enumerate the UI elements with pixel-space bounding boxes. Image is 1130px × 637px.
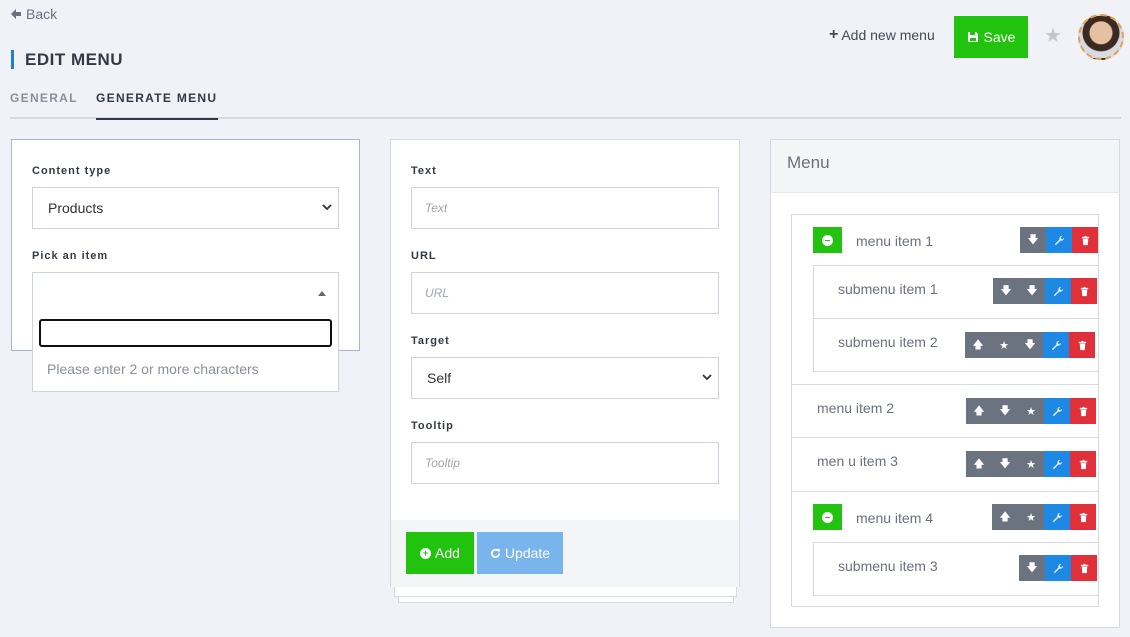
menu-item: menu item 4 🡅 ★ submenu item 3 🡇: [792, 492, 1099, 607]
tab-generate-menu[interactable]: GENERATE MENU: [96, 90, 219, 120]
wrench-icon[interactable]: [1044, 398, 1070, 424]
menu-item-label: men u item 3: [817, 453, 898, 469]
page-title: EDIT MENU: [11, 50, 123, 69]
add-new-menu-button[interactable]: + Add new menu: [829, 26, 935, 44]
menu-panel-title: Menu: [771, 140, 1119, 193]
item-actions: 🡇: [1020, 227, 1098, 253]
collapse-icon[interactable]: [813, 227, 842, 253]
pick-item-dropdown: Please enter 2 or more characters: [32, 313, 339, 392]
wrench-icon[interactable]: [1043, 332, 1069, 358]
refresh-icon: [490, 548, 501, 558]
tooltip-input[interactable]: Tooltip: [411, 442, 719, 484]
move-down-icon[interactable]: 🡇: [1019, 278, 1045, 304]
target-label: Target: [411, 335, 450, 347]
star-icon[interactable]: ★: [1018, 451, 1044, 477]
star-icon[interactable]: ★: [1018, 504, 1044, 530]
wrench-icon[interactable]: [1045, 278, 1071, 304]
caret-up-icon: [318, 291, 326, 296]
dropdown-search-input[interactable]: [39, 319, 332, 347]
text-input[interactable]: Text: [411, 187, 719, 229]
add-label: Add: [435, 545, 460, 561]
item-actions: 🡇 🡇: [993, 278, 1097, 304]
form-footer: + Add Update: [391, 520, 739, 587]
item-actions: 🡅 ★ 🡇: [965, 332, 1095, 358]
menu-item-label: menu item 4: [856, 510, 934, 526]
tab-general[interactable]: GENERAL: [10, 90, 78, 119]
trash-icon[interactable]: [1072, 227, 1098, 253]
user-avatar[interactable]: [1078, 14, 1124, 60]
target-value: Self: [427, 370, 452, 386]
item-actions: 🡅 🡇 ★: [966, 451, 1096, 477]
trash-icon[interactable]: [1071, 278, 1097, 304]
trash-icon[interactable]: [1069, 332, 1095, 358]
move-up-icon[interactable]: 🡅: [992, 504, 1018, 530]
submenu-item: submenu item 2 🡅 ★ 🡇: [813, 318, 1099, 372]
floppy-disk-icon: [967, 32, 978, 42]
move-down-icon[interactable]: 🡇: [1019, 555, 1045, 581]
save-label: Save: [983, 29, 1016, 45]
content-type-label: Content type: [32, 165, 112, 177]
chevron-down-icon: [322, 204, 332, 211]
submenu-item-label: submenu item 2: [838, 334, 938, 350]
save-button[interactable]: Save: [954, 16, 1028, 58]
menu-panel: Menu menu item 1 🡇 submenu item 1 🡇 🡇 su…: [770, 139, 1120, 628]
menu-item: menu item 2 🡅 🡇 ★: [792, 385, 1098, 438]
move-up-icon[interactable]: 🡅: [965, 332, 991, 358]
submenu-item: submenu item 1 🡇 🡇: [813, 265, 1099, 319]
arrow-left-icon: [11, 9, 21, 19]
move-down-icon[interactable]: 🡇: [992, 451, 1018, 477]
wrench-icon[interactable]: [1044, 451, 1070, 477]
move-down-icon[interactable]: 🡇: [992, 398, 1018, 424]
url-input[interactable]: URL: [411, 272, 719, 314]
pick-item-select[interactable]: [32, 272, 339, 314]
content-type-value: Products: [48, 200, 104, 216]
menu-item: menu item 1 🡇 submenu item 1 🡇 🡇 submenu…: [792, 215, 1099, 385]
tooltip-label: Tooltip: [411, 420, 454, 432]
pick-item-label: Pick an item: [32, 250, 109, 262]
wrench-icon[interactable]: [1046, 227, 1072, 253]
move-up-icon[interactable]: 🡅: [966, 398, 992, 424]
wrench-icon[interactable]: [1044, 504, 1070, 530]
add-button[interactable]: + Add: [406, 532, 474, 574]
submenu-item-label: submenu item 3: [838, 558, 938, 574]
target-select[interactable]: Self: [411, 357, 719, 399]
submenu-item-label: submenu item 1: [838, 281, 938, 297]
back-link[interactable]: Back: [10, 6, 57, 22]
star-icon[interactable]: ★: [991, 332, 1017, 358]
wrench-icon[interactable]: [1045, 555, 1071, 581]
tab-bar: GENERAL GENERATE MENU: [10, 90, 1121, 120]
content-type-select[interactable]: Products: [32, 187, 339, 229]
back-label: Back: [26, 6, 58, 22]
star-icon[interactable]: ★: [1018, 398, 1044, 424]
menu-item: men u item 3 🡅 🡇 ★: [792, 438, 1098, 492]
menu-tree: menu item 1 🡇 submenu item 1 🡇 🡇 submenu…: [791, 214, 1099, 607]
trash-icon[interactable]: [1070, 398, 1096, 424]
item-actions: 🡅 ★: [992, 504, 1096, 530]
update-label: Update: [504, 545, 551, 561]
submenu-item: submenu item 3 🡇: [813, 542, 1099, 596]
menu-item-label: menu item 1: [856, 233, 934, 249]
plus-circle-icon: +: [420, 547, 432, 559]
item-actions: 🡅 🡇 ★: [966, 398, 1096, 424]
move-up-icon[interactable]: 🡅: [966, 451, 992, 477]
favorite-star-icon[interactable]: ★: [1044, 26, 1064, 46]
move-down-icon[interactable]: 🡇: [993, 278, 1019, 304]
trash-icon[interactable]: [1071, 555, 1097, 581]
url-label: URL: [411, 250, 437, 262]
dropdown-message: Please enter 2 or more characters: [47, 361, 259, 377]
add-new-menu-label: Add new menu: [841, 27, 935, 43]
plus-icon: +: [829, 26, 839, 43]
trash-icon[interactable]: [1070, 451, 1096, 477]
trash-icon[interactable]: [1070, 504, 1096, 530]
item-actions: 🡇: [1019, 555, 1097, 581]
menu-item-label: menu item 2: [817, 400, 895, 416]
move-down-icon[interactable]: 🡇: [1017, 332, 1043, 358]
collapse-icon[interactable]: [813, 504, 842, 530]
move-down-icon[interactable]: 🡇: [1020, 227, 1046, 253]
update-button[interactable]: Update: [477, 532, 563, 574]
chevron-down-icon: [702, 374, 712, 381]
text-label: Text: [411, 165, 437, 177]
